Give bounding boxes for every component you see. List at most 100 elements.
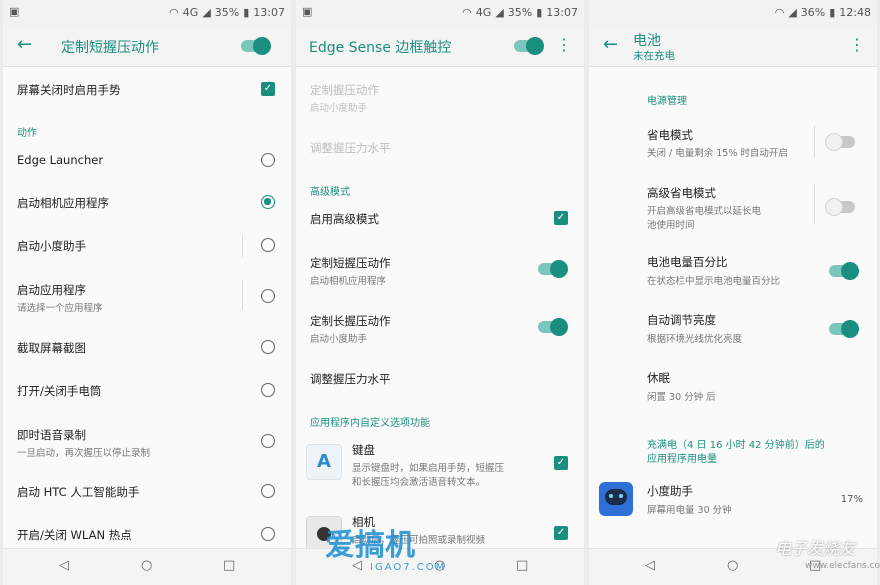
list-item-keyboard[interactable]: A 键盘 显示键盘时，如果启用手势，短握压 和长握压均会激活语音转文本。 ✓ <box>296 436 584 492</box>
screen-battery: ◠ ◢ 36% ▮ 12:48 ← 电池 未在充电 ⋮ 电源管理 省电模式 关闭… <box>589 0 877 585</box>
list-item-label: 高级省电模式 <box>647 186 716 200</box>
option-label: 启动应用程序 <box>17 283 86 297</box>
check-icon[interactable]: ✓ <box>554 526 568 540</box>
radio-button[interactable] <box>261 527 275 541</box>
option-label: Edge Launcher <box>17 153 104 167</box>
list-item-enable-advanced[interactable]: 启用高级模式 ✓ <box>296 200 584 236</box>
section-header-in-app: 应用程序内自定义选项功能 <box>310 418 430 429</box>
option-wlan[interactable]: 开启/关闭 WLAN 热点 <box>3 514 291 550</box>
list-item-subtitle: 屏幕用电量 30 分钟 <box>647 505 732 516</box>
option-app[interactable]: 启动应用程序 请选择一个应用程序 <box>3 270 291 318</box>
toggle-switch[interactable] <box>825 198 855 216</box>
list-item-screen-off[interactable]: 屏幕关闭时启用手势 ✓ <box>3 70 291 110</box>
option-xiaodu[interactable]: 启动小度助手 <box>3 225 291 265</box>
status-bar: ▣ ◠ 4G ◢ 35% ▮ 13:07 <box>296 0 584 26</box>
battery-icon: ▮ <box>536 6 543 19</box>
list-item-label: 定制握压动作 <box>310 83 379 97</box>
list-item-app-xiaodu[interactable]: 小度助手 屏幕用电量 30 分钟 17% <box>589 476 877 524</box>
list-item-label: 定制长握压动作 <box>310 314 391 328</box>
back-nav-icon[interactable]: ◁ <box>59 558 69 573</box>
list-item-battery-percent[interactable]: 电池电量百分比 在状态栏中显示电池电量百分比 <box>589 246 877 294</box>
radio-button[interactable] <box>261 289 275 303</box>
more-vert-icon[interactable]: ⋮ <box>849 35 865 54</box>
page-title: 电池 <box>633 33 661 49</box>
toggle-switch[interactable] <box>538 260 568 278</box>
option-subtitle: 请选择一个应用程序 <box>17 303 103 314</box>
radio-button[interactable] <box>261 238 275 252</box>
back-nav-icon[interactable]: ◁ <box>645 558 655 573</box>
watermark-url: IGAO7.COM <box>370 562 447 573</box>
recents-nav-icon[interactable]: □ <box>223 558 235 573</box>
option-voice[interactable]: 即时语音录制 一旦启动，再次握压以停止录制 <box>3 414 291 462</box>
battery-icon: ▮ <box>243 6 250 19</box>
list-item-auto-brightness[interactable]: 自动调节亮度 根据环境光线优化亮度 <box>589 304 877 352</box>
option-screenshot[interactable]: 截取屏幕截图 <box>3 326 291 366</box>
battery-percent: 36% <box>800 6 826 19</box>
toggle-switch[interactable] <box>829 262 859 280</box>
divider <box>814 184 815 224</box>
app-bar: Edge Sense 边框触控 ⋮ <box>296 26 584 67</box>
section-header-usage: 充满电（4 日 16 小时 42 分钟前）后的 <box>647 440 825 451</box>
list-item-subtitle: 闲置 30 分钟 后 <box>647 392 716 403</box>
radio-button[interactable] <box>261 434 275 448</box>
section-header-actions: 动作 <box>17 128 37 139</box>
option-flashlight[interactable]: 打开/关闭手电筒 <box>3 370 291 410</box>
radio-button[interactable] <box>261 383 275 397</box>
list-item-subtitle: 和长握压均会激活语音转文本。 <box>352 477 486 488</box>
check-icon[interactable]: ✓ <box>554 211 568 225</box>
list-item-subtitle: 显示键盘时，如果启用手势，短握压 <box>352 463 505 474</box>
option-edge-launcher[interactable]: Edge Launcher <box>3 140 291 180</box>
toggle-switch[interactable] <box>829 320 859 338</box>
list-item-label: 自动调节亮度 <box>647 313 716 327</box>
option-label: 打开/关闭手电筒 <box>17 384 102 398</box>
option-label: 启动小度助手 <box>17 239 86 253</box>
option-label: 截取屏幕截图 <box>17 341 86 355</box>
list-item-subtitle: 根据环境光线优化亮度 <box>647 334 743 345</box>
option-camera[interactable]: 启动相机应用程序 <box>3 182 291 222</box>
recents-nav-icon[interactable]: □ <box>516 558 528 573</box>
check-icon[interactable]: ✓ <box>554 456 568 470</box>
image-icon: ▣ <box>9 5 20 18</box>
home-nav-icon[interactable]: ○ <box>727 558 738 573</box>
option-label: 启动 HTC 人工智能助手 <box>17 485 140 499</box>
list-item-label: 调整握压力水平 <box>310 372 391 386</box>
list-item-subtitle: 启动小度助手 <box>310 334 368 345</box>
list-item-subtitle: 在状态栏中显示电池电量百分比 <box>647 276 781 287</box>
list-item-subtitle: 启动小度助手 <box>310 103 368 114</box>
list-item-adjust-disabled: 调整握压力水平 <box>296 130 584 166</box>
radio-button[interactable] <box>261 484 275 498</box>
radio-button[interactable] <box>261 340 275 354</box>
page-title: 定制短握压动作 <box>61 40 159 56</box>
network-label: 4G <box>475 6 492 19</box>
toggle-switch[interactable] <box>825 133 855 151</box>
list-item-adjust[interactable]: 调整握压力水平 <box>296 360 584 396</box>
list-item-extreme-saver[interactable]: 高级省电模式 开启高级省电模式以延长电 池使用时间 <box>589 178 877 236</box>
list-item-label: 键盘 <box>352 443 375 457</box>
master-toggle[interactable] <box>241 37 271 55</box>
list-item-label: 屏幕关闭时启用手势 <box>17 83 121 97</box>
option-htc-ai[interactable]: 启动 HTC 人工智能助手 <box>3 470 291 510</box>
list-item-sleep[interactable]: 休眠 闲置 30 分钟 后 <box>589 362 877 410</box>
image-icon: ▣ <box>302 5 313 18</box>
back-arrow-icon[interactable]: ← <box>603 34 618 55</box>
list-item-long-squeeze[interactable]: 定制长握压动作 启动小度助手 <box>296 302 584 350</box>
more-vert-icon[interactable]: ⋮ <box>556 35 572 54</box>
list-item-custom-squeeze: 定制握压动作 启动小度助手 <box>296 74 584 118</box>
back-arrow-icon[interactable]: ← <box>17 34 32 55</box>
master-toggle[interactable] <box>514 37 544 55</box>
radio-button-selected[interactable] <box>261 195 275 209</box>
home-nav-icon[interactable]: ○ <box>141 558 152 573</box>
watermark-elecfans-url: www.elecfans.com <box>805 561 880 571</box>
toggle-switch[interactable] <box>538 318 568 336</box>
signal-icon: ◢ <box>202 6 211 19</box>
wifi-icon: ◠ <box>169 6 179 19</box>
option-label: 即时语音录制 <box>17 428 86 442</box>
screen-edge-sense-short-squeeze: ▣ ◠ 4G ◢ 35% ▮ 13:07 ← 定制短握压动作 屏幕关闭时启用手势… <box>3 0 291 585</box>
check-icon[interactable]: ✓ <box>261 82 275 96</box>
list-item-short-squeeze[interactable]: 定制短握压动作 启动相机应用程序 <box>296 244 584 292</box>
watermark-logo: 爱搞机 <box>325 528 415 563</box>
radio-button[interactable] <box>261 153 275 167</box>
page-title: Edge Sense 边框触控 <box>309 40 452 56</box>
list-item-power-saver[interactable]: 省电模式 关闭 / 电量剩余 15% 时自动开启 <box>589 118 877 166</box>
list-item-label: 启用高级模式 <box>310 212 379 226</box>
